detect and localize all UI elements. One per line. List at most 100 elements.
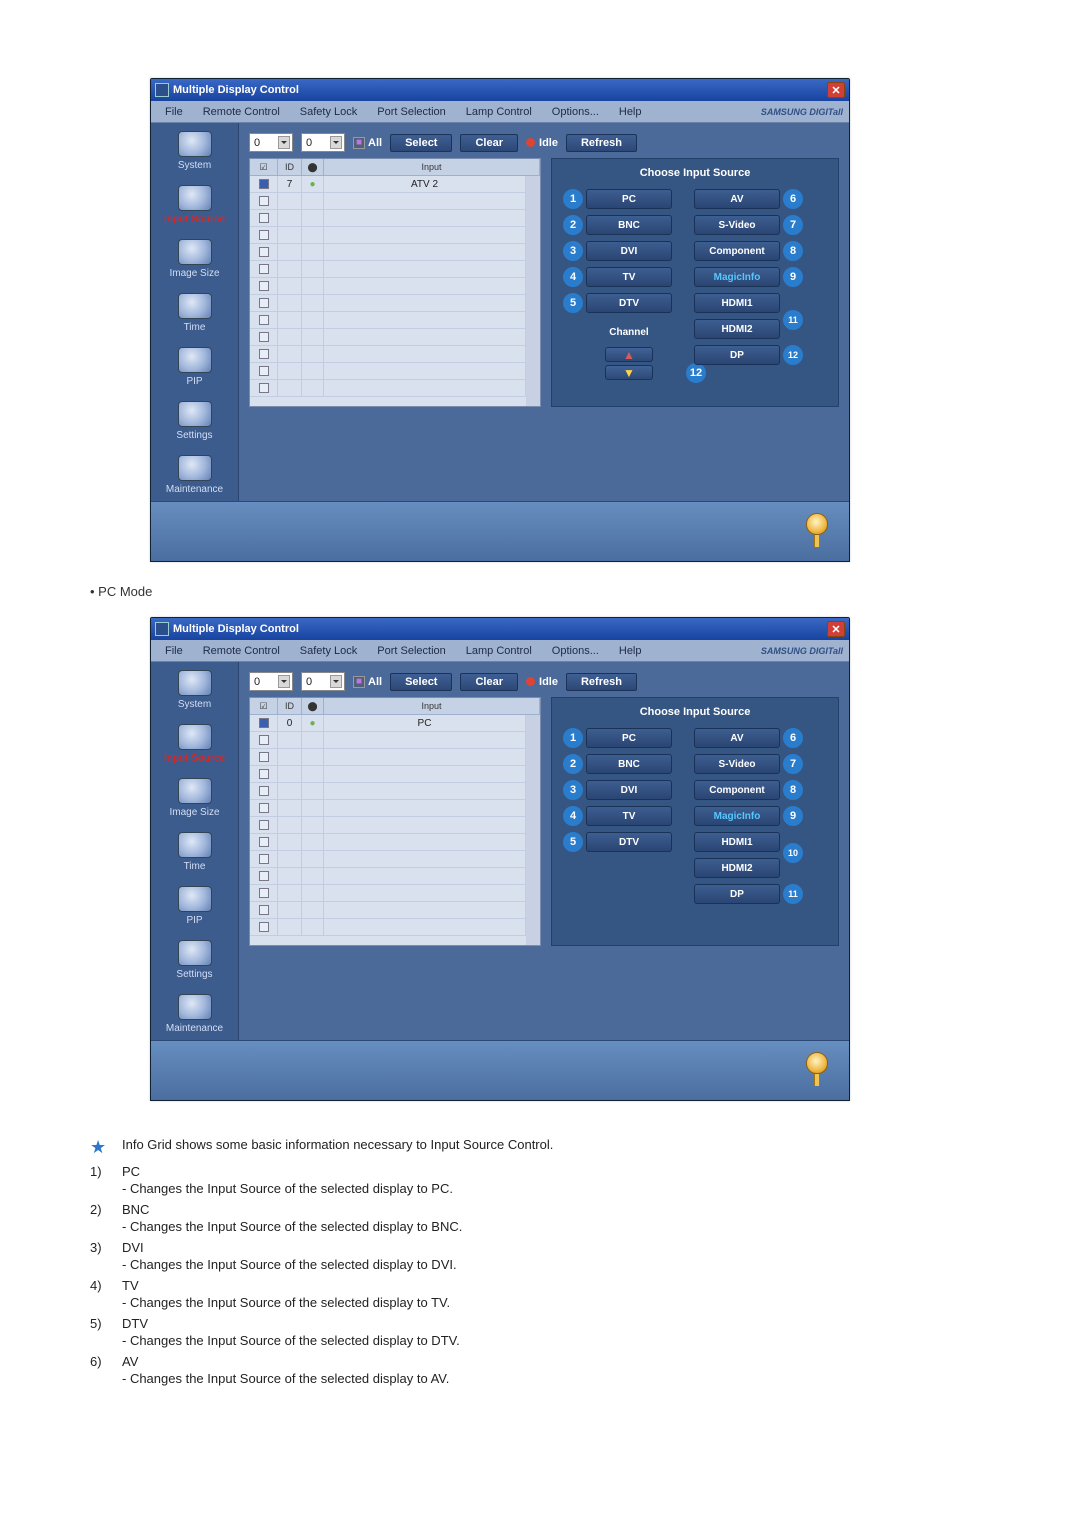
src-dvi-button[interactable]: 3DVI: [586, 241, 672, 261]
row-checkbox[interactable]: [259, 786, 269, 796]
close-icon[interactable]: ✕: [827, 82, 845, 98]
src-magicinfo-button[interactable]: MagicInfo9: [694, 267, 780, 287]
col-check[interactable]: ☑: [250, 159, 278, 175]
row-checkbox[interactable]: [259, 383, 269, 393]
scroll-up-icon[interactable]: [526, 715, 540, 729]
src-dtv-button[interactable]: 5DTV: [586, 832, 672, 852]
titlebar[interactable]: Multiple Display Control ✕: [151, 79, 849, 101]
sidebar-item-pip[interactable]: PIP: [151, 339, 238, 393]
range-from-select[interactable]: 0: [249, 133, 293, 152]
row-checkbox[interactable]: [259, 179, 269, 189]
src-pc-button[interactable]: 1PC: [586, 728, 672, 748]
table-row[interactable]: [250, 193, 526, 210]
refresh-button[interactable]: Refresh: [566, 134, 637, 152]
row-checkbox[interactable]: [259, 837, 269, 847]
table-row[interactable]: [250, 210, 526, 227]
table-row[interactable]: [250, 312, 526, 329]
sidebar-item-image-size[interactable]: Image Size: [151, 231, 238, 285]
row-checkbox[interactable]: [259, 298, 269, 308]
table-row[interactable]: [250, 766, 526, 783]
src-av-button[interactable]: AV6: [694, 728, 780, 748]
range-to-select[interactable]: 0: [301, 672, 345, 691]
table-row[interactable]: [250, 732, 526, 749]
src-tv-button[interactable]: 4TV: [586, 806, 672, 826]
row-checkbox[interactable]: [259, 905, 269, 915]
col-check[interactable]: ☑: [250, 698, 278, 714]
table-row[interactable]: [250, 851, 526, 868]
scroll-up-icon[interactable]: [526, 176, 540, 190]
src-dtv-button[interactable]: 5DTV: [586, 293, 672, 313]
range-to-select[interactable]: 0: [301, 133, 345, 152]
menu-remote-control[interactable]: Remote Control: [195, 104, 288, 120]
src-dvi-button[interactable]: 3DVI: [586, 780, 672, 800]
menu-options[interactable]: Options...: [544, 643, 607, 659]
menu-options[interactable]: Options...: [544, 104, 607, 120]
channel-up-button[interactable]: ▲: [605, 347, 653, 362]
refresh-button[interactable]: Refresh: [566, 673, 637, 691]
range-from-select[interactable]: 0: [249, 672, 293, 691]
src-dp-button[interactable]: DP11: [694, 884, 780, 904]
row-checkbox[interactable]: [259, 264, 269, 274]
sidebar-item-system[interactable]: System: [151, 123, 238, 177]
table-row[interactable]: [250, 380, 526, 397]
table-row[interactable]: [250, 800, 526, 817]
sidebar-item-pip[interactable]: PIP: [151, 878, 238, 932]
sidebar-item-settings[interactable]: Settings: [151, 932, 238, 986]
src-hdmi2-button[interactable]: HDMI211: [694, 319, 780, 339]
src-dp-button[interactable]: DP12: [694, 345, 780, 365]
src-bnc-button[interactable]: 2BNC: [586, 215, 672, 235]
table-row[interactable]: [250, 902, 526, 919]
sidebar-item-time[interactable]: Time: [151, 285, 238, 339]
menu-safety-lock[interactable]: Safety Lock: [292, 104, 365, 120]
menu-file[interactable]: File: [157, 104, 191, 120]
sidebar-item-settings[interactable]: Settings: [151, 393, 238, 447]
sidebar-item-input-source[interactable]: Input Source: [151, 177, 238, 231]
row-checkbox[interactable]: [259, 315, 269, 325]
row-checkbox[interactable]: [259, 820, 269, 830]
menu-file[interactable]: File: [157, 643, 191, 659]
table-row[interactable]: 7 ● ATV 2: [250, 176, 526, 193]
row-checkbox[interactable]: [259, 213, 269, 223]
sidebar-item-system[interactable]: System: [151, 662, 238, 716]
row-checkbox[interactable]: [259, 871, 269, 881]
row-checkbox[interactable]: [259, 854, 269, 864]
scroll-down-icon[interactable]: [526, 931, 540, 945]
row-checkbox[interactable]: [259, 332, 269, 342]
table-row[interactable]: [250, 278, 526, 295]
channel-down-button[interactable]: ▼: [605, 365, 653, 380]
table-row[interactable]: [250, 244, 526, 261]
sidebar-item-input-source[interactable]: Input Source: [151, 716, 238, 770]
table-row[interactable]: [250, 261, 526, 278]
row-checkbox[interactable]: [259, 366, 269, 376]
sidebar-item-maintenance[interactable]: Maintenance: [151, 986, 238, 1040]
table-row[interactable]: [250, 868, 526, 885]
row-checkbox[interactable]: [259, 735, 269, 745]
src-hdmi1-button[interactable]: HDMI1: [694, 293, 780, 313]
src-av-button[interactable]: AV6: [694, 189, 780, 209]
table-row[interactable]: [250, 329, 526, 346]
src-component-button[interactable]: Component8: [694, 241, 780, 261]
row-checkbox[interactable]: [259, 196, 269, 206]
clear-button[interactable]: Clear: [460, 673, 518, 691]
src-hdmi1-button[interactable]: HDMI110: [694, 832, 780, 852]
src-magicinfo-button[interactable]: MagicInfo9: [694, 806, 780, 826]
row-checkbox[interactable]: [259, 803, 269, 813]
sidebar-item-image-size[interactable]: Image Size: [151, 770, 238, 824]
row-checkbox[interactable]: [259, 718, 269, 728]
menu-safety-lock[interactable]: Safety Lock: [292, 643, 365, 659]
table-row[interactable]: [250, 363, 526, 380]
scroll-down-icon[interactable]: [526, 392, 540, 406]
src-bnc-button[interactable]: 2BNC: [586, 754, 672, 774]
src-hdmi2-button[interactable]: HDMI2: [694, 858, 780, 878]
close-icon[interactable]: ✕: [827, 621, 845, 637]
table-row[interactable]: [250, 295, 526, 312]
sidebar-item-maintenance[interactable]: Maintenance: [151, 447, 238, 501]
row-checkbox[interactable]: [259, 247, 269, 257]
table-row[interactable]: [250, 749, 526, 766]
src-tv-button[interactable]: 4TV: [586, 267, 672, 287]
menu-remote-control[interactable]: Remote Control: [195, 643, 288, 659]
table-row[interactable]: [250, 885, 526, 902]
table-row[interactable]: [250, 346, 526, 363]
clear-button[interactable]: Clear: [460, 134, 518, 152]
row-checkbox[interactable]: [259, 349, 269, 359]
